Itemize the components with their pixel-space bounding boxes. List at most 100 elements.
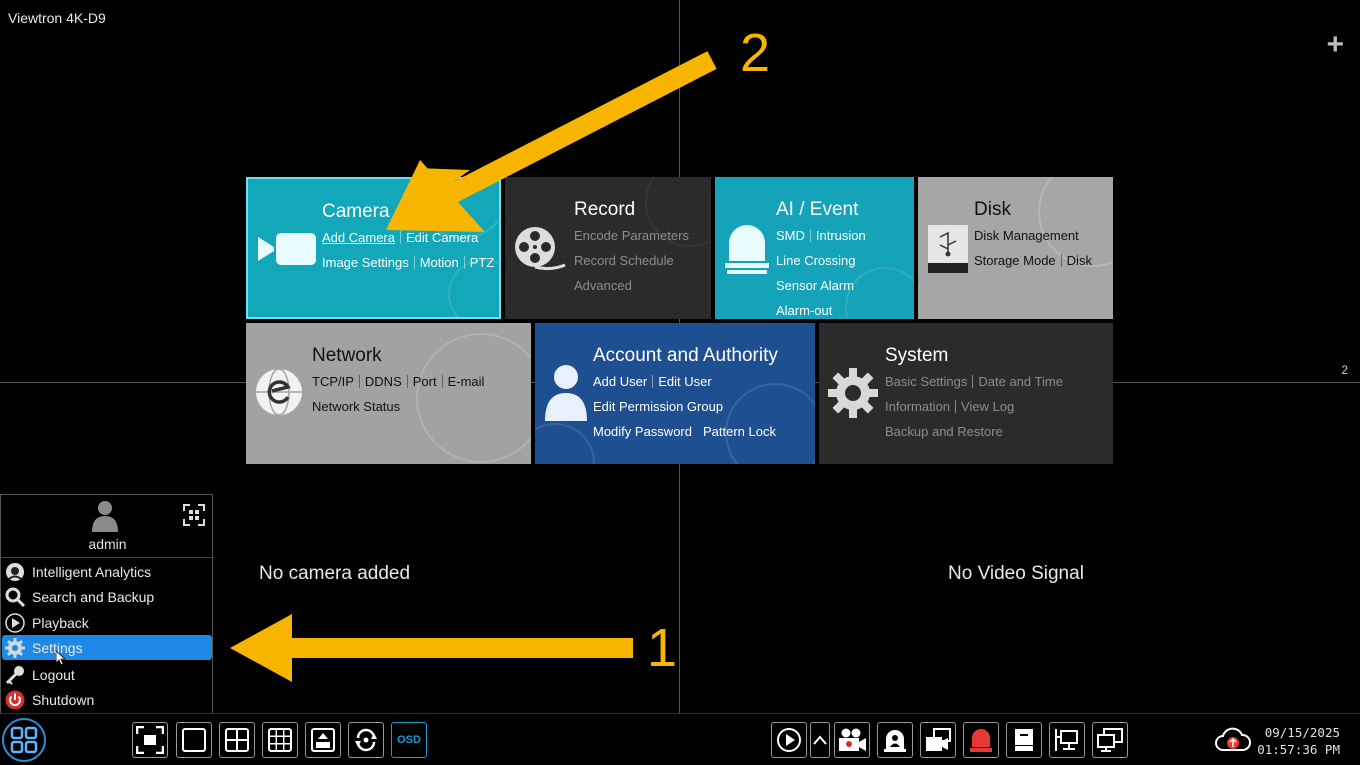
add-user-link[interactable]: Add User bbox=[593, 374, 647, 389]
tile-system[interactable]: System Basic Settings Date and Time Infor… bbox=[819, 323, 1113, 464]
email-link[interactable]: E-mail bbox=[448, 374, 485, 389]
add-plus-icon[interactable]: + bbox=[1326, 30, 1344, 60]
tcpip-link[interactable]: TCP/IP bbox=[312, 374, 354, 389]
record-schedule-link[interactable]: Record Schedule bbox=[574, 253, 674, 268]
menu-item-search-backup[interactable]: Search and Backup bbox=[2, 584, 212, 609]
fullscreen-icon bbox=[136, 726, 164, 754]
layout-9-button[interactable] bbox=[262, 722, 298, 758]
layout-1-button[interactable] bbox=[176, 722, 212, 758]
search-icon bbox=[4, 586, 26, 608]
fullscreen-button[interactable] bbox=[132, 722, 168, 758]
sequence-button[interactable] bbox=[348, 722, 384, 758]
layout-9-icon bbox=[268, 728, 292, 752]
backup-and-restore-link[interactable]: Backup and Restore bbox=[885, 424, 1003, 439]
power-icon bbox=[4, 689, 26, 711]
tile-title: AI / Event bbox=[776, 199, 859, 220]
menu-item-label: Playback bbox=[32, 614, 89, 631]
network-status-icon bbox=[1055, 729, 1078, 751]
layout-4-button[interactable] bbox=[219, 722, 255, 758]
disk-link[interactable]: Disk bbox=[1067, 253, 1092, 268]
tile-title: Disk bbox=[974, 199, 1011, 220]
monitor-icon bbox=[1097, 728, 1123, 752]
cloud-status-icon[interactable] bbox=[1215, 726, 1251, 754]
menu-item-intelligent-analytics[interactable]: Intelligent Analytics bbox=[2, 559, 212, 584]
link-separator bbox=[972, 375, 974, 388]
osd-button[interactable]: OSD bbox=[391, 722, 427, 758]
disk-management-link[interactable]: Disk Management bbox=[974, 228, 1079, 243]
menu-item-logout[interactable]: Logout bbox=[2, 662, 212, 687]
avatar bbox=[92, 501, 118, 532]
menu-item-settings[interactable]: Settings bbox=[2, 635, 212, 665]
alarm-light-button[interactable] bbox=[963, 722, 999, 758]
tile-network[interactable]: Network TCP/IP DDNS Port E-mail Network Sta… bbox=[246, 323, 531, 464]
tile-disk[interactable]: Disk Disk Management Storage Mode Disk bbox=[918, 177, 1113, 319]
expand-up-button[interactable] bbox=[810, 722, 830, 758]
ddns-link[interactable]: DDNS bbox=[365, 374, 402, 389]
network-status-button[interactable] bbox=[1049, 722, 1085, 758]
start-menu-button[interactable] bbox=[2, 718, 46, 762]
menu-item-shutdown[interactable]: Shutdown bbox=[2, 687, 212, 712]
sequence-icon bbox=[355, 728, 377, 752]
clock: 09/15/2025 01:57:36 PM bbox=[1257, 724, 1340, 758]
video-camera-icon bbox=[258, 233, 316, 265]
network-status-link[interactable]: Network Status bbox=[312, 399, 400, 414]
analytics-icon bbox=[4, 561, 26, 583]
port-link[interactable]: Port bbox=[413, 374, 437, 389]
disk-status-icon bbox=[1015, 729, 1033, 751]
modify-password-link[interactable]: Modify Password bbox=[593, 424, 692, 439]
sensor-alarm-link[interactable]: Sensor Alarm bbox=[776, 278, 854, 293]
layout-pip-button[interactable] bbox=[305, 722, 341, 758]
edit-user-link[interactable]: Edit User bbox=[658, 374, 711, 389]
ptz-link[interactable]: PTZ bbox=[470, 255, 495, 270]
key-icon bbox=[4, 664, 26, 686]
multi-camera-button[interactable] bbox=[920, 722, 956, 758]
edit-permission-group-link[interactable]: Edit Permission Group bbox=[593, 399, 723, 414]
annotation-arrow-1 bbox=[230, 614, 633, 682]
storage-mode-link[interactable]: Storage Mode bbox=[974, 253, 1056, 268]
tile-ai-event[interactable]: AI / Event SMD Intrusion Line Crossing Se… bbox=[715, 177, 914, 319]
start-menu: admin Intelligent Analytics Search and B… bbox=[0, 494, 214, 714]
grid-apps-icon bbox=[10, 726, 38, 754]
image-settings-link[interactable]: Image Settings bbox=[322, 255, 409, 270]
no-video-signal-status: No Video Signal bbox=[948, 563, 1084, 584]
motion-link[interactable]: Motion bbox=[420, 255, 459, 270]
information-link[interactable]: Information bbox=[885, 399, 950, 414]
network-globe-icon bbox=[256, 368, 302, 416]
link-separator bbox=[809, 229, 811, 242]
device-title: Viewtron 4K-D9 bbox=[8, 10, 106, 26]
smd-link[interactable]: SMD bbox=[776, 228, 805, 243]
clock-date: 09/15/2025 bbox=[1264, 725, 1340, 740]
intrusion-link[interactable]: Intrusion bbox=[816, 228, 866, 243]
tile-account-authority[interactable]: Account and Authority Add User Edit User … bbox=[535, 323, 815, 464]
gear-icon bbox=[4, 637, 26, 659]
layout-pip-icon bbox=[311, 728, 335, 752]
tile-title: System bbox=[885, 345, 949, 366]
alarm-out-link[interactable]: Alarm-out bbox=[776, 303, 832, 318]
qr-scan-icon[interactable] bbox=[183, 504, 205, 526]
tile-decoration bbox=[535, 423, 595, 464]
view-log-link[interactable]: View Log bbox=[961, 399, 1014, 414]
date-and-time-link[interactable]: Date and Time bbox=[978, 374, 1063, 389]
menu-divider bbox=[1, 557, 214, 558]
alarm-person-icon bbox=[884, 730, 906, 752]
monitor-button[interactable] bbox=[1092, 722, 1128, 758]
menu-item-playback[interactable]: Playback bbox=[2, 610, 212, 635]
annotation-number-2: 2 bbox=[740, 23, 771, 83]
tile-title: Account and Authority bbox=[593, 345, 778, 366]
disk-drive-icon bbox=[928, 225, 968, 273]
link-separator bbox=[441, 375, 443, 388]
disk-status-button[interactable] bbox=[1006, 722, 1042, 758]
record-control-button[interactable] bbox=[834, 722, 870, 758]
line-crossing-link[interactable]: Line Crossing bbox=[776, 253, 856, 268]
menu-item-label: Intelligent Analytics bbox=[32, 563, 152, 580]
playback-button[interactable] bbox=[771, 722, 807, 758]
basic-settings-link[interactable]: Basic Settings bbox=[885, 374, 967, 389]
menu-item-label: Logout bbox=[32, 666, 75, 683]
pattern-lock-link[interactable]: Pattern Lock bbox=[703, 424, 776, 439]
record-advanced-link[interactable]: Advanced bbox=[574, 278, 632, 293]
bottom-toolbar: OSD 09/15/2025 01:57:36 PM bbox=[0, 713, 1360, 765]
link-separator bbox=[955, 400, 957, 413]
clock-time: 01:57:36 PM bbox=[1257, 742, 1340, 757]
alarm-light-icon bbox=[725, 225, 769, 274]
alarm-person-button[interactable] bbox=[877, 722, 913, 758]
